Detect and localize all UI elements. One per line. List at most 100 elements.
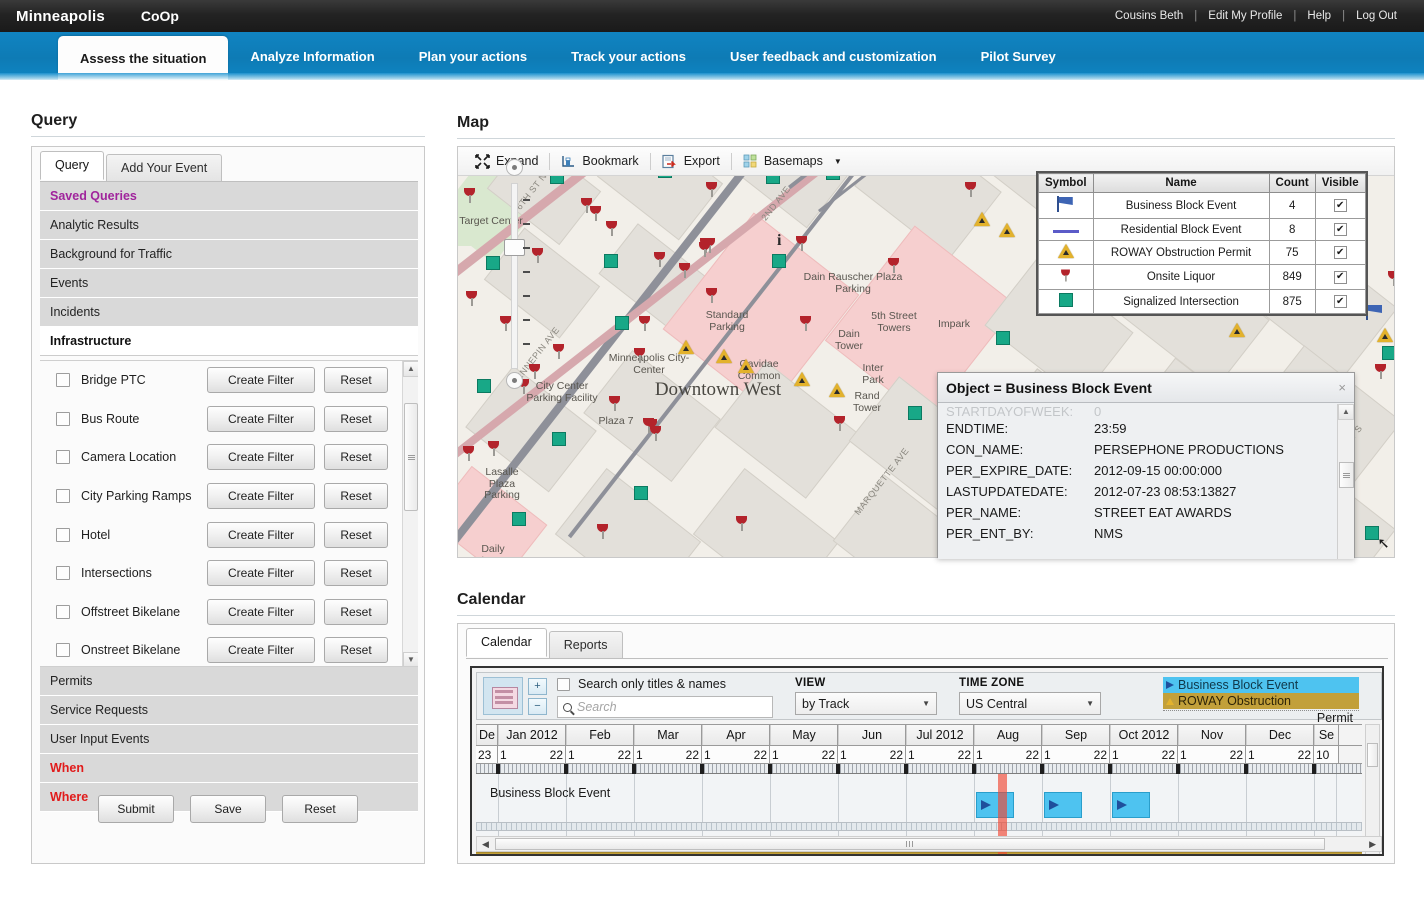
marker-onsite-liquor[interactable]: [796, 236, 807, 251]
marker-signalized-intersection[interactable]: [1382, 346, 1394, 360]
checkbox-offstreet-bikelane[interactable]: [56, 604, 70, 619]
reset-bridge-ptc[interactable]: Reset: [324, 367, 388, 394]
permit-chip[interactable]: [1342, 855, 1355, 856]
submit-button[interactable]: Submit: [98, 795, 174, 823]
timeline-ruler[interactable]: [476, 764, 1362, 774]
month-cell[interactable]: Jan 2012: [498, 725, 566, 745]
month-cell[interactable]: Sep: [1042, 725, 1110, 745]
marker-signalized-intersection[interactable]: [996, 331, 1010, 345]
marker-business-block-event[interactable]: [1366, 304, 1384, 320]
timeline-vscroll-thumb[interactable]: [1367, 743, 1378, 767]
visible-checkbox-onsite-liquor[interactable]: ✔: [1333, 270, 1347, 284]
marker-onsite-liquor[interactable]: [532, 248, 543, 263]
zoom-thumb[interactable]: [504, 239, 525, 256]
zoom-in-button[interactable]: [506, 159, 523, 176]
scroll-down-arrow-icon[interactable]: ▼: [403, 652, 418, 666]
create-filter-onstreet-bikelane[interactable]: Create Filter: [207, 637, 315, 664]
checkbox-hotel[interactable]: [56, 527, 70, 542]
marker-onsite-liquor[interactable]: [1375, 364, 1386, 379]
scrollbar-thumb[interactable]: [404, 403, 418, 511]
popup-scrollbar[interactable]: ▲: [1337, 404, 1354, 559]
month-cell[interactable]: Feb: [566, 725, 634, 745]
month-cell[interactable]: De: [476, 725, 498, 745]
reset-city-parking-ramps[interactable]: Reset: [324, 483, 388, 510]
marker-onsite-liquor[interactable]: [463, 446, 474, 461]
marker-roway-permit[interactable]: [678, 340, 694, 354]
marker-signalized-intersection[interactable]: [615, 316, 629, 330]
marker-onsite-liquor[interactable]: [464, 188, 475, 203]
permit-chip[interactable]: 5: [1184, 855, 1203, 856]
create-filter-city-parking-ramps[interactable]: Create Filter: [207, 483, 315, 510]
month-cell[interactable]: Dec: [1246, 725, 1314, 745]
info-marker-icon[interactable]: i: [777, 232, 781, 250]
marker-onsite-liquor[interactable]: [800, 316, 811, 331]
marker-onsite-liquor[interactable]: [654, 252, 665, 267]
reset-offstreet-bikelane[interactable]: Reset: [324, 598, 388, 625]
save-button[interactable]: Save: [190, 795, 266, 823]
map-zoom-slider[interactable]: [503, 159, 530, 391]
help-link[interactable]: Help: [1296, 10, 1342, 22]
close-icon[interactable]: ×: [1338, 381, 1346, 394]
marker-onsite-liquor[interactable]: [679, 263, 690, 278]
month-cell[interactable]: Mar: [634, 725, 702, 745]
timeline-zoom-in-button[interactable]: +: [528, 677, 547, 695]
category-when[interactable]: When: [40, 754, 418, 783]
marker-onsite-liquor[interactable]: [834, 416, 845, 431]
checkbox-onstreet-bikelane[interactable]: [56, 643, 70, 658]
calendar-legend-item-roway-obstruction[interactable]: ROWAY Obstruction: [1163, 693, 1359, 709]
marker-onsite-liquor[interactable]: [488, 441, 499, 456]
popup-scroll-up-arrow-icon[interactable]: ▲: [1338, 404, 1354, 420]
marker-onsite-liquor[interactable]: [529, 364, 540, 379]
popup-scrollbar-thumb[interactable]: [1339, 462, 1354, 488]
marker-onsite-liquor[interactable]: [699, 242, 710, 257]
subtab-add-your-event[interactable]: Add Your Event: [106, 154, 223, 181]
visible-checkbox-business-block-event[interactable]: ✔: [1333, 199, 1347, 213]
category-service-requests[interactable]: Service Requests: [40, 696, 418, 725]
marker-onsite-liquor[interactable]: [706, 288, 717, 303]
timeline-horizontal-scrollbar[interactable]: ◀ ▶: [476, 836, 1382, 852]
permit-chip[interactable]: 5: [708, 855, 727, 856]
category-analytic-results[interactable]: Analytic Results: [40, 211, 418, 240]
event-chip-business-block-event[interactable]: [976, 792, 1014, 818]
permit-chip[interactable]: 6: [844, 855, 863, 856]
create-filter-offstreet-bikelane[interactable]: Create Filter: [207, 598, 315, 625]
permit-chip[interactable]: [484, 855, 497, 856]
month-cell[interactable]: Aug: [974, 725, 1042, 745]
marker-onsite-liquor[interactable]: [650, 426, 661, 441]
visible-checkbox-residential-block-event[interactable]: ✔: [1333, 223, 1347, 237]
permit-chip[interactable]: 6: [912, 855, 931, 856]
checkbox-intersections[interactable]: [56, 566, 70, 581]
month-cell[interactable]: Se: [1314, 725, 1339, 745]
logout-link[interactable]: Log Out: [1345, 10, 1408, 22]
create-filter-bus-route[interactable]: Create Filter: [207, 405, 315, 432]
search-input[interactable]: Search: [557, 696, 773, 718]
marker-roway-permit[interactable]: [794, 372, 810, 386]
timezone-select[interactable]: US Central ▼: [959, 692, 1101, 715]
category-permits[interactable]: Permits: [40, 667, 418, 696]
marker-onsite-liquor[interactable]: [553, 344, 564, 359]
marker-signalized-intersection[interactable]: [658, 176, 672, 178]
timeline-hscroll-thumb[interactable]: [495, 838, 1325, 850]
marker-onsite-liquor[interactable]: [597, 524, 608, 539]
permit-chip[interactable]: 5: [1116, 855, 1135, 856]
permit-chip[interactable]: 7: [980, 855, 999, 856]
event-chip-business-block-event[interactable]: [1044, 792, 1082, 818]
permit-chip[interactable]: 6: [776, 855, 795, 856]
month-cell[interactable]: Oct 2012: [1110, 725, 1178, 745]
marker-onsite-liquor[interactable]: [1388, 271, 1394, 286]
marker-onsite-liquor[interactable]: [634, 348, 645, 363]
marker-signalized-intersection[interactable]: [826, 176, 840, 180]
marker-signalized-intersection[interactable]: [766, 176, 780, 184]
checkbox-bus-route[interactable]: [56, 411, 70, 426]
permit-chip[interactable]: 8: [1048, 855, 1067, 856]
subtab-query[interactable]: Query: [40, 151, 105, 180]
infrastructure-scrollbar[interactable]: ▲ ▼: [402, 361, 418, 666]
marker-signalized-intersection[interactable]: [772, 254, 786, 268]
timeline-zoom-out-button[interactable]: −: [528, 697, 547, 715]
month-cell[interactable]: Jun: [838, 725, 906, 745]
bookmark-button[interactable]: Bookmark: [550, 154, 649, 169]
marker-roway-permit[interactable]: [716, 349, 732, 363]
scroll-right-arrow-icon[interactable]: ▶: [1369, 839, 1376, 850]
create-filter-camera-location[interactable]: Create Filter: [207, 444, 315, 471]
marker-signalized-intersection[interactable]: [512, 512, 526, 526]
